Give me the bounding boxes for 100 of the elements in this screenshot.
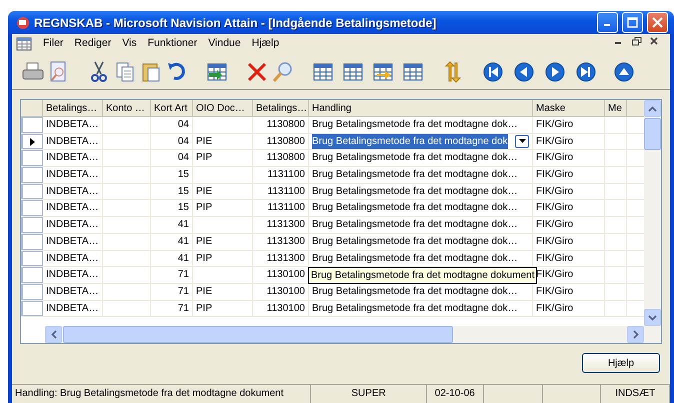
table-cell: INDBETA… (43, 134, 103, 150)
close-button[interactable] (647, 12, 668, 33)
column-header[interactable]: OIO Doc… (193, 100, 253, 116)
column-header[interactable]: Me (605, 100, 627, 116)
scroll-up-button[interactable] (644, 100, 661, 117)
table-cell: INDBETA… (43, 250, 103, 266)
menu-item[interactable]: Rediger (74, 36, 112, 52)
scrollbar-thumb[interactable] (644, 118, 661, 150)
table-cell: 15 (151, 200, 193, 216)
table-cell: INDBETA… (43, 167, 103, 183)
previous-icon[interactable] (512, 60, 536, 84)
table-cell: PIE (193, 234, 253, 250)
table-cell: Brug Betalingsmetode fra det modtagne dok… (309, 200, 533, 216)
table-cell: INDBETA… (43, 267, 103, 283)
status-user: SUPER (311, 385, 427, 403)
table-cell: INDBETA… (43, 217, 103, 233)
table-cell: 71 (151, 300, 193, 316)
table-cell: FIK/Giro (533, 184, 605, 200)
up-icon[interactable] (612, 60, 636, 84)
menu-item[interactable]: Vis (122, 36, 137, 52)
table-cell: FIK/Giro (533, 217, 605, 233)
table-cell: 1131300 (253, 217, 309, 233)
table-cell: 41 (151, 217, 193, 233)
first-icon[interactable] (481, 60, 505, 84)
menu-item[interactable]: Vindue (208, 36, 241, 52)
status-message: Handling: Brug Betalingsmetode fra det modtagne dokument (12, 385, 312, 403)
menu-item[interactable]: Filer (43, 36, 64, 52)
table-cell: Brug Betalingsmetode fra det modtagne dok… (309, 150, 533, 166)
table-cell: 1131100 (253, 167, 309, 183)
scrollbar-thumb[interactable] (63, 326, 453, 343)
last-icon[interactable] (574, 60, 598, 84)
scroll-left-button[interactable] (45, 326, 62, 343)
table-cell: FIK/Giro (533, 250, 605, 266)
table-cell: Brug Betalingsmetode fra det modtagne dok… (309, 234, 533, 250)
column-header[interactable]: Betalings… (253, 100, 309, 116)
table-cell: FIK/Giro (533, 267, 605, 283)
table-cell: 15 (151, 167, 193, 183)
table-cell: Brug Betalingsmetode fra det modtagne dok… (309, 117, 533, 133)
table-cell: 71 (151, 267, 193, 283)
document-icon[interactable] (16, 37, 32, 51)
vertical-scrollbar[interactable] (644, 100, 661, 326)
table-cell: INDBETA… (43, 234, 103, 250)
current-row-icon (30, 138, 35, 146)
table-cell: INDBETA… (43, 184, 103, 200)
next-icon[interactable] (543, 60, 567, 84)
table-cell: Brug Betalingsmetode fra det modtagne dok… (309, 217, 533, 233)
table-cell: FIK/Giro (533, 284, 605, 300)
table-cell: 1130800 (253, 134, 309, 150)
table-cell: 1130100 (253, 300, 309, 316)
maximize-button[interactable] (622, 12, 643, 33)
status-date: 02-10-06 (426, 385, 484, 403)
dropdown-button[interactable] (515, 134, 529, 148)
table-cell: 04 (151, 134, 193, 150)
table-cell: 1131100 (253, 200, 309, 216)
row-selector[interactable] (21, 134, 43, 150)
column-header[interactable]: Maske (533, 100, 605, 116)
table-cell: FIK/Giro (533, 200, 605, 216)
table-cell[interactable]: Brug Betalingsmetode fra det modtagne dok (312, 134, 508, 150)
minimize-button[interactable] (597, 12, 618, 33)
table-cell: 15 (151, 184, 193, 200)
table-cell: FIK/Giro (533, 134, 605, 150)
table-cell: 1131100 (253, 184, 309, 200)
status-mode: INDSÆT (601, 385, 670, 403)
table-cell: PIP (193, 250, 253, 266)
column-header[interactable]: Betalings… (43, 100, 103, 116)
table-cell: 04 (151, 117, 193, 133)
table-cell: 1130800 (253, 150, 309, 166)
table-cell: Brug Betalingsmetode fra det modtagne dok… (309, 284, 533, 300)
table-cell: INDBETA… (43, 284, 103, 300)
table-cell: PIP (193, 300, 253, 316)
table-cell: 41 (151, 250, 193, 266)
table-cell: PIE (193, 284, 253, 300)
menu-item[interactable]: Hjælp (252, 36, 280, 52)
menu-item[interactable]: Funktioner (148, 36, 198, 52)
table-cell: 71 (151, 284, 193, 300)
table-cell: INDBETA… (43, 117, 103, 133)
column-header[interactable]: Kort Art (151, 100, 193, 116)
caret-icon (518, 139, 526, 144)
table-cell: Brug Betalingsmetode fra det modtagne dok… (309, 184, 533, 200)
table-cell: 1131300 (253, 234, 309, 250)
scroll-down-button[interactable] (644, 309, 661, 326)
table-cell: Brug Betalingsmetode fra det modtagne dok… (309, 250, 533, 266)
table-cell: FIK/Giro (533, 167, 605, 183)
table-cell: PIP (193, 200, 253, 216)
horizontal-scrollbar[interactable] (45, 326, 661, 343)
chevron-right-icon (632, 330, 638, 339)
column-header[interactable]: Konto … (103, 100, 151, 116)
scroll-right-button[interactable] (627, 326, 644, 343)
table-cell: FIK/Giro (533, 117, 605, 133)
table-cell: 1130800 (253, 117, 309, 133)
window-title: REGNSKAB - Microsoft Navision Attain - [Indgående Betalingsmetode] (34, 14, 438, 32)
table-cell: INDBETA… (43, 150, 103, 166)
table-cell: INDBETA… (43, 300, 103, 316)
table-cell: FIK/Giro (533, 234, 605, 250)
table-cell: 1130100 (253, 284, 309, 300)
table-cell: 04 (151, 150, 193, 166)
column-header[interactable]: Handling (309, 100, 533, 116)
table-cell: FIK/Giro (533, 150, 605, 166)
help-button[interactable]: Hjælp (582, 353, 660, 373)
app-icon (16, 16, 30, 30)
